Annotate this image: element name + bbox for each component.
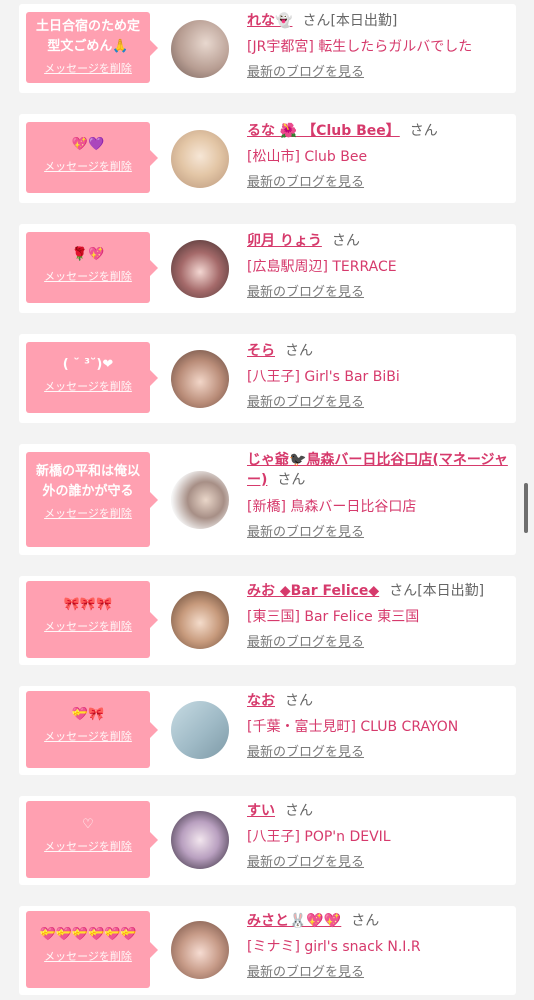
message-bubble: 💝💝💝💝💝💝 メッセージを削除 [26,911,158,988]
delete-message-link[interactable]: メッセージを削除 [26,160,150,174]
cast-info: そら さん [八王子] Girl's Bar BiBi 最新のブログを見る [247,342,509,411]
shop-name: [ミナミ] girl's snack N.I.R [247,939,421,955]
latest-blog-link[interactable]: 最新のブログを見る [247,745,509,761]
cast-info: れな👻 さん[本日出勤] [JR宇都宮] 転生したらガルバでした 最新のブログを見… [247,12,509,81]
message-text: 土日合宿のため定型文ごめん🙏 [35,19,140,54]
honorific: さん [302,13,331,29]
list-item: ♡ メッセージを削除 すい さん [八王子] POP'n DEVIL 最新のブログ… [19,796,516,885]
cast-info: すい さん [八王子] POP'n DEVIL 最新のブログを見る [247,802,509,871]
list-item: 🌹💖 メッセージを削除 卯月 りょう さん [広島駅周辺] TERRACE 最新の… [19,224,516,313]
cast-name-link[interactable]: みお ◆Bar Felice◆ [247,583,379,599]
shop-name: [東三国] Bar Felice 東三国 [247,609,420,625]
honorific: さん [409,123,438,139]
cast-name-link[interactable]: なお [247,693,275,709]
latest-blog-link[interactable]: 最新のブログを見る [247,855,509,871]
honorific: さん [285,693,313,709]
honorific: さん [389,583,418,599]
message-bubble: 🌹💖 メッセージを削除 [26,232,158,303]
list-item: 💝🎀 メッセージを削除 なお さん [千葉・富士見町] CLUB CRAYON 最… [19,686,516,775]
cast-name-link[interactable]: れな👻 [247,13,292,29]
avatar[interactable] [171,701,229,759]
delete-message-link[interactable]: メッセージを削除 [26,62,150,76]
cast-info: みお ◆Bar Felice◆ さん[本日出勤] [東三国] Bar Felice… [247,582,509,651]
latest-blog-link[interactable]: 最新のブログを見る [247,65,509,81]
cast-info: じゃ爺🐦‍⬛鳥森バー日比谷口店(マネージャー) さん [新橋] 鳥森バー日比谷口店… [247,450,509,541]
latest-blog-link[interactable]: 最新のブログを見る [247,175,509,191]
message-bubble: 新橋の平和は俺以外の誰かが守る メッセージを削除 [26,452,158,547]
delete-message-link[interactable]: メッセージを削除 [26,380,150,394]
cast-info: るな 🌺 【Club Bee】 さん [松山市] Club Bee 最新のブログを… [247,122,509,191]
delete-message-link[interactable]: メッセージを削除 [26,730,150,744]
shop-name: [千葉・富士見町] CLUB CRAYON [247,719,459,735]
avatar[interactable] [171,350,229,408]
shop-name: [JR宇都宮] 転生したらガルバでした [247,39,473,55]
list-item: ( ˘ ³˘)❤ メッセージを削除 そら さん [八王子] Girl's Bar … [19,334,516,423]
avatar[interactable] [171,811,229,869]
message-bubble: ( ˘ ³˘)❤ メッセージを削除 [26,342,158,413]
cast-name-link[interactable]: るな 🌺 【Club Bee】 [247,123,400,139]
message-text: 🎀🎀🎀 [63,597,113,612]
latest-blog-link[interactable]: 最新のブログを見る [247,285,509,301]
cast-name-link[interactable]: すい [247,803,275,819]
latest-blog-link[interactable]: 最新のブログを見る [247,395,509,411]
avatar[interactable] [171,921,229,979]
shop-name: [八王子] POP'n DEVIL [247,829,391,845]
honorific: さん [277,472,306,488]
list-item: 土日合宿のため定型文ごめん🙏 メッセージを削除 れな👻 さん[本日出勤] [JR宇… [19,4,516,93]
list-item: 💝💝💝💝💝💝 メッセージを削除 みさと🐰💖💖 さん [ミナミ] girl's sn… [19,906,516,995]
honorific: さん [285,343,313,359]
list-item: 🎀🎀🎀 メッセージを削除 みお ◆Bar Felice◆ さん[本日出勤] [東三… [19,576,516,665]
message-text: 💖💜 [71,137,105,152]
status-badge: [本日出勤] [330,13,398,29]
message-text: ( ˘ ³˘)❤ [62,357,114,372]
message-bubble: ♡ メッセージを削除 [26,801,158,878]
avatar[interactable] [171,20,229,78]
scrollbar[interactable] [524,483,528,533]
message-text: 新橋の平和は俺以外の誰かが守る [35,464,140,499]
delete-message-link[interactable]: メッセージを削除 [26,507,150,521]
shop-name: [八王子] Girl's Bar BiBi [247,369,400,385]
cast-name-link[interactable]: 卯月 りょう [247,233,322,249]
message-bubble: 土日合宿のため定型文ごめん🙏 メッセージを削除 [26,12,158,83]
message-bubble: 💖💜 メッセージを削除 [26,122,158,193]
cast-info: なお さん [千葉・富士見町] CLUB CRAYON 最新のブログを見る [247,692,509,761]
avatar[interactable] [171,591,229,649]
honorific: さん [285,803,313,819]
message-bubble: 🎀🎀🎀 メッセージを削除 [26,581,158,658]
shop-name: [松山市] Club Bee [247,149,368,165]
delete-message-link[interactable]: メッセージを削除 [26,840,150,854]
cast-name-link[interactable]: そら [247,343,275,359]
latest-blog-link[interactable]: 最新のブログを見る [247,635,509,651]
cast-name-link[interactable]: みさと🐰💖💖 [247,913,341,929]
delete-message-link[interactable]: メッセージを削除 [26,620,150,634]
latest-blog-link[interactable]: 最新のブログを見る [247,525,509,541]
message-text: 💝💝💝💝💝💝 [39,927,137,942]
delete-message-link[interactable]: メッセージを削除 [26,270,150,284]
message-text: ♡ [82,817,94,832]
latest-blog-link[interactable]: 最新のブログを見る [247,965,509,981]
avatar[interactable] [171,240,229,298]
shop-name: [広島駅周辺] TERRACE [247,259,397,275]
message-bubble: 💝🎀 メッセージを削除 [26,691,158,768]
status-badge: [本日出勤] [417,583,485,599]
list-item: 新橋の平和は俺以外の誰かが守る メッセージを削除 じゃ爺🐦‍⬛鳥森バー日比谷口店… [19,444,516,555]
honorific: さん [351,913,380,929]
shop-name: [新橋] 鳥森バー日比谷口店 [247,499,417,515]
cast-info: 卯月 りょう さん [広島駅周辺] TERRACE 最新のブログを見る [247,232,509,301]
avatar[interactable] [171,130,229,188]
list-item: 💖💜 メッセージを削除 るな 🌺 【Club Bee】 さん [松山市] Club… [19,114,516,203]
cast-info: みさと🐰💖💖 さん [ミナミ] girl's snack N.I.R 最新のブログ… [247,912,509,981]
message-text: 💝🎀 [71,707,105,722]
delete-message-link[interactable]: メッセージを削除 [26,950,150,964]
message-text: 🌹💖 [71,247,105,262]
honorific: さん [331,233,360,249]
avatar[interactable] [171,471,229,529]
